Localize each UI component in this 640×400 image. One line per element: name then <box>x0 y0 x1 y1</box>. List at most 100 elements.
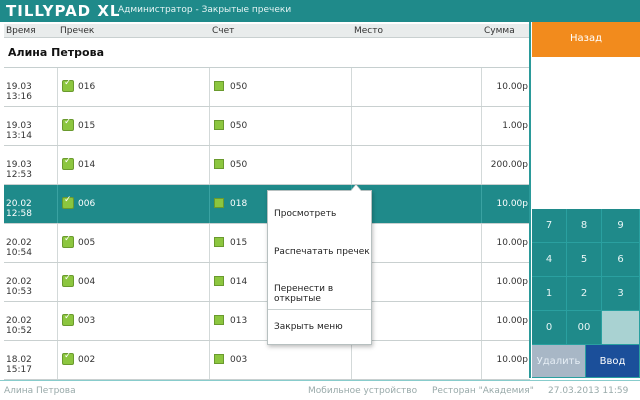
key-label: 3 <box>617 288 624 299</box>
bill-icon <box>214 276 224 286</box>
column-place-header[interactable]: Место <box>354 26 383 36</box>
column-bill-header[interactable]: Счет <box>212 26 234 36</box>
time-cell: 20.02 10:53 <box>4 263 58 301</box>
precheck-icon <box>62 312 74 326</box>
enter-button[interactable]: Ввод <box>586 345 640 378</box>
precheck-cell: 016 <box>58 68 210 106</box>
bill-icon <box>214 81 224 91</box>
bill-icon <box>214 198 224 208</box>
key-label: 1 <box>545 288 553 299</box>
table-header: Время Пречек Счет Место Сумма <box>4 24 530 38</box>
bill-number: 015 <box>230 238 248 248</box>
menu-item-label: Закрыть меню <box>274 322 343 332</box>
precheck-number: 005 <box>78 238 96 248</box>
back-button[interactable]: Назад <box>532 22 640 57</box>
time-text: 20.02 12:58 <box>6 199 32 219</box>
footer-datetime: 27.03.2013 11:59 <box>548 386 629 396</box>
panel-divider <box>529 22 531 378</box>
key-9[interactable]: 9 <box>602 209 640 243</box>
precheck-number: 003 <box>78 316 96 326</box>
bill-icon <box>214 315 224 325</box>
bill-number: 018 <box>230 199 248 209</box>
key-label: 9 <box>617 220 624 231</box>
bill-cell: 050 <box>210 68 352 106</box>
bill-cell: 050 <box>210 146 352 184</box>
group-label: Алина Петрова <box>8 46 104 59</box>
bill-number: 013 <box>230 316 248 326</box>
place-cell <box>352 68 482 106</box>
precheck-cell: 003 <box>58 302 210 340</box>
key-4[interactable]: 4 <box>532 243 567 277</box>
sum-text: 10.00р <box>496 355 528 365</box>
precheck-icon <box>62 234 74 248</box>
sum-cell: 10.00р <box>482 263 530 301</box>
sum-text: 10.00р <box>496 277 528 287</box>
key-6[interactable]: 6 <box>602 243 640 277</box>
key-1[interactable]: 1 <box>532 277 567 311</box>
time-text: 20.02 10:53 <box>6 277 32 297</box>
precheck-icon <box>62 195 74 209</box>
key-7[interactable]: 7 <box>532 209 567 243</box>
footer-restaurant: Ресторан "Академия" <box>432 386 534 396</box>
delete-button[interactable]: Удалить <box>532 345 586 378</box>
sum-text: 10.00р <box>496 316 528 326</box>
menu-item-view[interactable]: Просмотреть <box>268 201 371 227</box>
precheck-cell: 005 <box>58 224 210 262</box>
key-0[interactable]: 0 <box>532 311 567 345</box>
precheck-icon <box>62 156 74 170</box>
bill-icon <box>214 120 224 130</box>
time-cell: 20.02 10:52 <box>4 302 58 340</box>
time-text: 18.02 15:17 <box>6 355 32 375</box>
bill-icon <box>214 237 224 247</box>
table-row[interactable]: 18.02 15:17 002 003 10.00р <box>4 341 530 380</box>
key-label: 4 <box>545 254 553 265</box>
time-cell: 19.03 12:53 <box>4 146 58 184</box>
footer-user: Алина Петрова <box>4 386 76 396</box>
sum-text: 10.00р <box>496 238 528 248</box>
app-logo: TILLYPAD XL <box>6 2 121 20</box>
bill-number: 050 <box>230 82 248 92</box>
table-row[interactable]: 19.03 13:16 016 050 10.00р <box>4 68 530 107</box>
key-8[interactable]: 8 <box>567 209 602 243</box>
table-row[interactable]: 19.03 13:14 015 050 1.00р <box>4 107 530 146</box>
menu-item-move-to-open[interactable]: Перенести в открытые <box>268 276 371 304</box>
column-sum-header[interactable]: Сумма <box>484 26 515 36</box>
place-cell <box>352 341 482 379</box>
precheck-cell: 004 <box>58 263 210 301</box>
menu-item-close-menu[interactable]: Закрыть меню <box>268 314 371 340</box>
precheck-icon <box>62 351 74 365</box>
menu-separator <box>268 309 371 310</box>
sum-cell: 10.00р <box>482 68 530 106</box>
column-time-header[interactable]: Время <box>6 26 36 36</box>
key-label: 7 <box>545 220 553 231</box>
key-2[interactable]: 2 <box>567 277 602 311</box>
menu-item-label: Распечатать пречек <box>274 247 370 257</box>
precheck-icon <box>62 117 74 131</box>
key-blank[interactable] <box>602 311 640 345</box>
key-label: 00 <box>577 322 591 333</box>
context-menu: Просмотреть Распечатать пречек Перенести… <box>267 184 372 345</box>
table-row[interactable]: 19.03 12:53 014 050 200.00р <box>4 146 530 185</box>
bill-icon <box>214 159 224 169</box>
time-text: 19.03 13:14 <box>6 121 32 141</box>
sum-cell: 10.00р <box>482 341 530 379</box>
time-text: 19.03 13:16 <box>6 82 32 102</box>
key-3[interactable]: 3 <box>602 277 640 311</box>
time-cell: 20.02 10:54 <box>4 224 58 262</box>
sum-text: 200.00р <box>490 160 528 170</box>
menu-item-print-precheck[interactable]: Распечатать пречек <box>268 239 371 265</box>
time-text: 20.02 10:52 <box>6 316 32 336</box>
precheck-number: 002 <box>78 355 96 365</box>
column-precheck-header[interactable]: Пречек <box>60 26 94 36</box>
sum-text: 1.00р <box>502 121 528 131</box>
numpad: 7 8 9 4 5 6 1 2 3 0 00 Удалить Ввод <box>532 209 640 378</box>
group-header: Алина Петрова <box>4 38 530 68</box>
sum-text: 10.00р <box>496 82 528 92</box>
key-label: 5 <box>580 254 588 265</box>
key-00[interactable]: 00 <box>567 311 602 345</box>
key-5[interactable]: 5 <box>567 243 602 277</box>
time-cell: 18.02 15:17 <box>4 341 58 379</box>
key-label: 0 <box>545 322 553 333</box>
time-cell: 20.02 12:58 <box>4 185 58 223</box>
precheck-cell: 002 <box>58 341 210 379</box>
